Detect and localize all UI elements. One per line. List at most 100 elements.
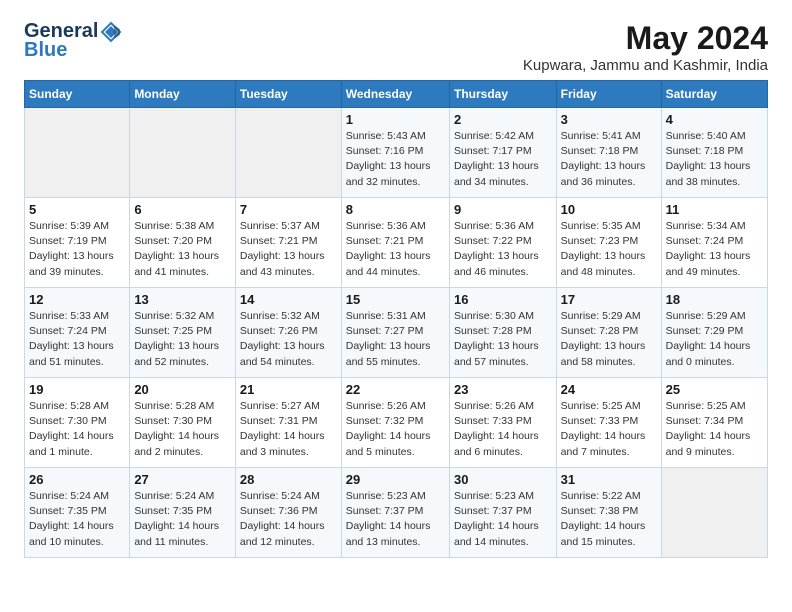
- day-info: Sunrise: 5:29 AMSunset: 7:29 PMDaylight:…: [666, 309, 763, 370]
- day-number: 12: [29, 292, 125, 307]
- calendar-cell: 3 Sunrise: 5:41 AMSunset: 7:18 PMDaylight…: [556, 108, 661, 198]
- week-row-3: 12 Sunrise: 5:33 AMSunset: 7:24 PMDayligh…: [25, 288, 768, 378]
- calendar-cell: 4Sunrise: 5:40 AMSunset: 7:18 PMDaylight…: [661, 108, 767, 198]
- day-number: 1: [346, 112, 445, 127]
- calendar-cell: 25 Sunrise: 5:25 AMSunset: 7:34 PMDayligh…: [661, 378, 767, 468]
- calendar-cell: [235, 108, 341, 198]
- day-info: Sunrise: 5:28 AMSunset: 7:30 PMDaylight:…: [29, 399, 125, 460]
- day-number: 6: [134, 202, 231, 217]
- week-row-4: 19 Sunrise: 5:28 AMSunset: 7:30 PMDayligh…: [25, 378, 768, 468]
- day-info: Sunrise: 5:26 AMSunset: 7:32 PMDaylight:…: [346, 399, 445, 460]
- day-number: 24: [561, 382, 657, 397]
- day-info: Sunrise: 5:37 AMSunset: 7:21 PMDaylight:…: [240, 219, 337, 280]
- calendar-table: SundayMondayTuesdayWednesdayThursdayFrid…: [24, 80, 768, 558]
- calendar-cell: 11Sunrise: 5:34 AMSunset: 7:24 PMDayligh…: [661, 198, 767, 288]
- day-info: Sunrise: 5:39 AMSunset: 7:19 PMDaylight:…: [29, 219, 125, 280]
- day-number: 9: [454, 202, 552, 217]
- month-year: May 2024: [523, 20, 768, 57]
- calendar-cell: 23 Sunrise: 5:26 AMSunset: 7:33 PMDayligh…: [449, 378, 556, 468]
- day-info: Sunrise: 5:27 AMSunset: 7:31 PMDaylight:…: [240, 399, 337, 460]
- day-info: Sunrise: 5:42 AMSunset: 7:17 PMDaylight:…: [454, 129, 552, 190]
- day-info: Sunrise: 5:29 AMSunset: 7:28 PMDaylight:…: [561, 309, 657, 370]
- calendar-cell: 1Sunrise: 5:43 AMSunset: 7:16 PMDaylight…: [341, 108, 449, 198]
- day-number: 7: [240, 202, 337, 217]
- day-number: 4: [666, 112, 763, 127]
- day-number: 17: [561, 292, 657, 307]
- calendar-cell: [130, 108, 236, 198]
- calendar-cell: 24Sunrise: 5:25 AMSunset: 7:33 PMDayligh…: [556, 378, 661, 468]
- day-number: 10: [561, 202, 657, 217]
- day-info: Sunrise: 5:35 AMSunset: 7:23 PMDaylight:…: [561, 219, 657, 280]
- day-number: 3: [561, 112, 657, 127]
- day-info: Sunrise: 5:41 AMSunset: 7:18 PMDaylight:…: [561, 129, 657, 190]
- day-info: Sunrise: 5:36 AMSunset: 7:21 PMDaylight:…: [346, 219, 445, 280]
- calendar-cell: 30Sunrise: 5:23 AMSunset: 7:37 PMDayligh…: [449, 468, 556, 558]
- calendar-cell: 21 Sunrise: 5:27 AMSunset: 7:31 PMDayligh…: [235, 378, 341, 468]
- day-number: 29: [346, 472, 445, 487]
- calendar-cell: 6 Sunrise: 5:38 AMSunset: 7:20 PMDaylight…: [130, 198, 236, 288]
- calendar-cell: 13 Sunrise: 5:32 AMSunset: 7:25 PMDayligh…: [130, 288, 236, 378]
- day-number: 23: [454, 382, 552, 397]
- day-number: 26: [29, 472, 125, 487]
- day-info: Sunrise: 5:23 AMSunset: 7:37 PMDaylight:…: [346, 489, 445, 550]
- week-row-1: 1Sunrise: 5:43 AMSunset: 7:16 PMDaylight…: [25, 108, 768, 198]
- day-number: 21: [240, 382, 337, 397]
- day-info: Sunrise: 5:26 AMSunset: 7:33 PMDaylight:…: [454, 399, 552, 460]
- day-info: Sunrise: 5:24 AMSunset: 7:36 PMDaylight:…: [240, 489, 337, 550]
- day-number: 5: [29, 202, 125, 217]
- calendar-cell: 28 Sunrise: 5:24 AMSunset: 7:36 PMDayligh…: [235, 468, 341, 558]
- logo-blue: Blue: [24, 39, 67, 62]
- day-number: 27: [134, 472, 231, 487]
- week-row-2: 5 Sunrise: 5:39 AMSunset: 7:19 PMDaylight…: [25, 198, 768, 288]
- day-info: Sunrise: 5:33 AMSunset: 7:24 PMDaylight:…: [29, 309, 125, 370]
- calendar-cell: 15 Sunrise: 5:31 AMSunset: 7:27 PMDayligh…: [341, 288, 449, 378]
- day-info: Sunrise: 5:34 AMSunset: 7:24 PMDaylight:…: [666, 219, 763, 280]
- calendar-cell: 8 Sunrise: 5:36 AMSunset: 7:21 PMDaylight…: [341, 198, 449, 288]
- day-number: 14: [240, 292, 337, 307]
- day-info: Sunrise: 5:36 AMSunset: 7:22 PMDaylight:…: [454, 219, 552, 280]
- day-info: Sunrise: 5:38 AMSunset: 7:20 PMDaylight:…: [134, 219, 231, 280]
- day-info: Sunrise: 5:30 AMSunset: 7:28 PMDaylight:…: [454, 309, 552, 370]
- day-info: Sunrise: 5:22 AMSunset: 7:38 PMDaylight:…: [561, 489, 657, 550]
- calendar-cell: 9 Sunrise: 5:36 AMSunset: 7:22 PMDaylight…: [449, 198, 556, 288]
- day-number: 19: [29, 382, 125, 397]
- title-area: May 2024 Kupwara, Jammu and Kashmir, Ind…: [523, 20, 768, 74]
- calendar-cell: [25, 108, 130, 198]
- calendar-cell: 17 Sunrise: 5:29 AMSunset: 7:28 PMDayligh…: [556, 288, 661, 378]
- calendar-cell: 5 Sunrise: 5:39 AMSunset: 7:19 PMDaylight…: [25, 198, 130, 288]
- day-number: 13: [134, 292, 231, 307]
- day-number: 31: [561, 472, 657, 487]
- calendar-cell: 18 Sunrise: 5:29 AMSunset: 7:29 PMDayligh…: [661, 288, 767, 378]
- logo-icon: [100, 21, 122, 43]
- calendar-cell: 27Sunrise: 5:24 AMSunset: 7:35 PMDayligh…: [130, 468, 236, 558]
- day-number: 25: [666, 382, 763, 397]
- calendar-cell: 29 Sunrise: 5:23 AMSunset: 7:37 PMDayligh…: [341, 468, 449, 558]
- calendar-cell: [661, 468, 767, 558]
- day-header-friday: Friday: [556, 81, 661, 108]
- day-number: 18: [666, 292, 763, 307]
- day-info: Sunrise: 5:25 AMSunset: 7:34 PMDaylight:…: [666, 399, 763, 460]
- day-number: 15: [346, 292, 445, 307]
- day-header-tuesday: Tuesday: [235, 81, 341, 108]
- calendar-cell: 16Sunrise: 5:30 AMSunset: 7:28 PMDayligh…: [449, 288, 556, 378]
- day-header-monday: Monday: [130, 81, 236, 108]
- day-info: Sunrise: 5:31 AMSunset: 7:27 PMDaylight:…: [346, 309, 445, 370]
- calendar-cell: 22Sunrise: 5:26 AMSunset: 7:32 PMDayligh…: [341, 378, 449, 468]
- day-number: 2: [454, 112, 552, 127]
- day-info: Sunrise: 5:28 AMSunset: 7:30 PMDaylight:…: [134, 399, 231, 460]
- calendar-cell: 19 Sunrise: 5:28 AMSunset: 7:30 PMDayligh…: [25, 378, 130, 468]
- day-number: 8: [346, 202, 445, 217]
- day-header-thursday: Thursday: [449, 81, 556, 108]
- day-number: 28: [240, 472, 337, 487]
- header: General Blue May 2024 Kupwara, Jammu and…: [24, 20, 768, 74]
- day-number: 30: [454, 472, 552, 487]
- calendar-cell: 7 Sunrise: 5:37 AMSunset: 7:21 PMDaylight…: [235, 198, 341, 288]
- calendar-cell: 14Sunrise: 5:32 AMSunset: 7:26 PMDayligh…: [235, 288, 341, 378]
- calendar-cell: 20 Sunrise: 5:28 AMSunset: 7:30 PMDayligh…: [130, 378, 236, 468]
- calendar-cell: 12 Sunrise: 5:33 AMSunset: 7:24 PMDayligh…: [25, 288, 130, 378]
- week-row-5: 26Sunrise: 5:24 AMSunset: 7:35 PMDayligh…: [25, 468, 768, 558]
- location: Kupwara, Jammu and Kashmir, India: [523, 57, 768, 74]
- day-info: Sunrise: 5:32 AMSunset: 7:25 PMDaylight:…: [134, 309, 231, 370]
- day-number: 20: [134, 382, 231, 397]
- calendar-cell: 26Sunrise: 5:24 AMSunset: 7:35 PMDayligh…: [25, 468, 130, 558]
